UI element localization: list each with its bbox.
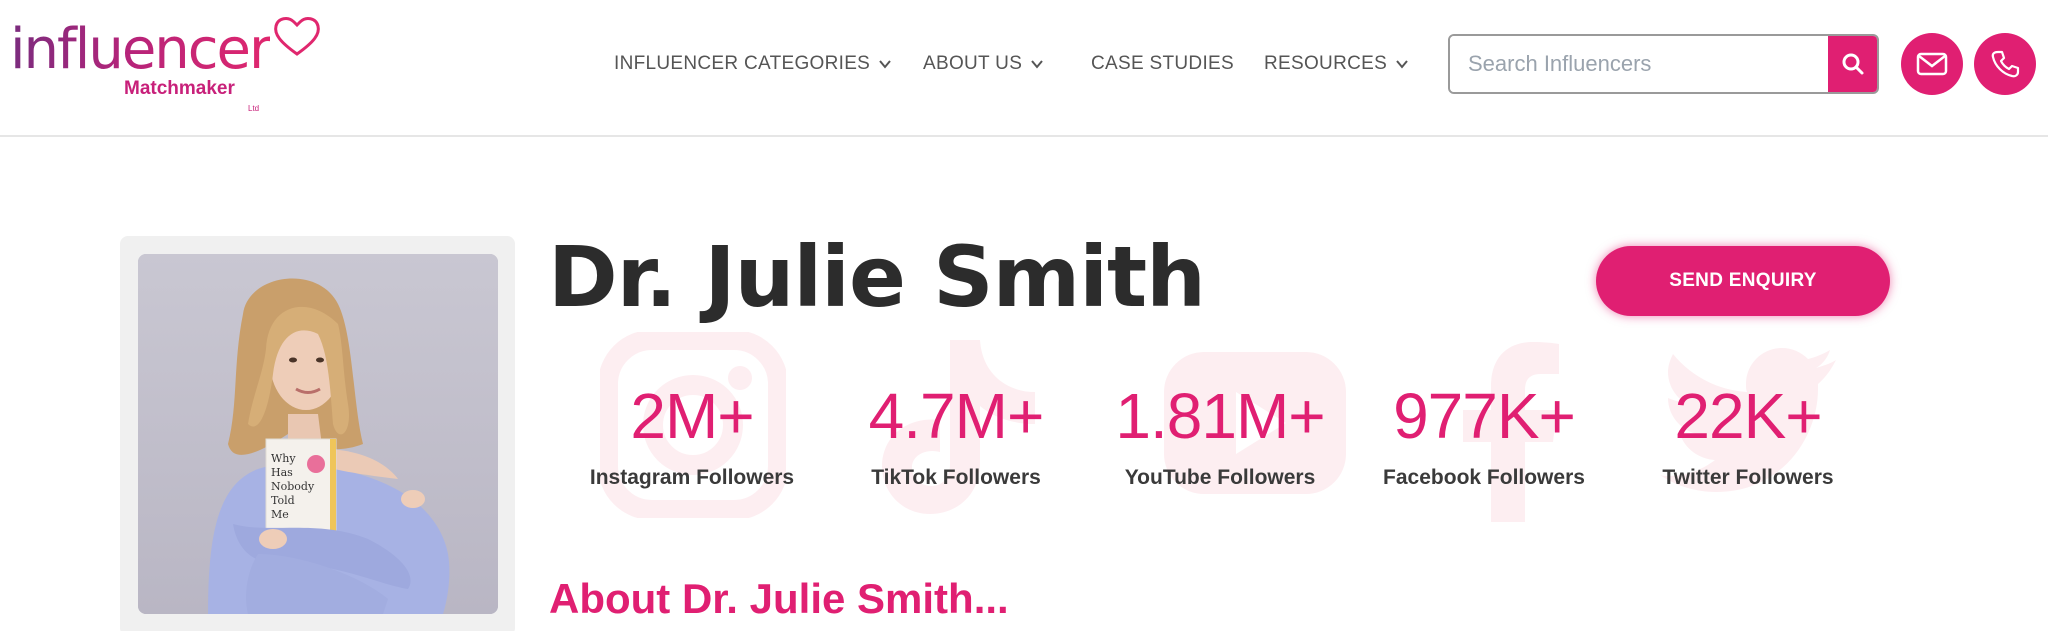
- nav-item-case-studies[interactable]: CASE STUDIES: [1091, 53, 1234, 75]
- stat-twitter: 22K+ Twitter Followers: [1623, 378, 1873, 490]
- stat-label: Facebook Followers: [1383, 466, 1585, 489]
- search-button[interactable]: [1828, 36, 1877, 92]
- stat-value: 1.81M+: [1115, 380, 1325, 452]
- nav-item-influencer-categories[interactable]: INFLUENCER CATEGORIES: [614, 53, 892, 75]
- phone-icon: [1991, 50, 2020, 78]
- chevron-down-icon: [1031, 60, 1043, 69]
- nav-item-label: RESOURCES: [1264, 53, 1388, 74]
- stat-label: Twitter Followers: [1662, 466, 1834, 489]
- logo-wordmark: influencer: [10, 17, 272, 82]
- stat-instagram: 2M+ Instagram Followers: [567, 378, 817, 490]
- search-icon: [1842, 53, 1863, 75]
- profile-photo: Why Has Nobody Told Me: [138, 254, 498, 614]
- chevron-down-icon: [1396, 60, 1408, 69]
- stat-label: YouTube Followers: [1124, 466, 1316, 489]
- about-heading: About Dr. Julie Smith...: [549, 575, 1009, 622]
- book-title-line: Told: [271, 494, 295, 507]
- book-title-line: Has: [271, 466, 293, 479]
- book-title-line: Nobody: [271, 480, 315, 493]
- nav-item-label: ABOUT US: [923, 53, 1023, 74]
- site-logo[interactable]: influencer Matchmaker Ltd: [10, 14, 320, 114]
- search-input[interactable]: [1450, 36, 1828, 92]
- email-button[interactable]: [1901, 33, 1963, 95]
- phone-button[interactable]: [1974, 33, 2036, 95]
- stat-value: 2M+: [630, 380, 754, 452]
- logo-ltd: Ltd: [248, 104, 260, 113]
- search-bar: [1448, 34, 1879, 94]
- nav-item-label: INFLUENCER CATEGORIES: [614, 53, 871, 74]
- stat-value: 977K+: [1393, 380, 1576, 452]
- stat-youtube: 1.81M+ YouTube Followers: [1095, 378, 1345, 490]
- stat-label: Instagram Followers: [589, 466, 795, 489]
- site-header: influencer Matchmaker Ltd INFLUENCER CAT…: [0, 0, 2048, 137]
- stat-label: TikTok Followers: [871, 466, 1041, 489]
- stat-value: 22K+: [1674, 380, 1822, 452]
- mail-icon: [1916, 52, 1948, 76]
- stat-tiktok: 4.7M+ TikTok Followers: [831, 378, 1081, 490]
- send-enquiry-button[interactable]: SEND ENQUIRY: [1596, 246, 1890, 316]
- profile-photo-card: Why Has Nobody Told Me: [120, 236, 515, 631]
- influencer-name: Dr. Julie Smith: [548, 228, 1206, 326]
- book-title-line: Why: [271, 452, 296, 465]
- stat-facebook: 977K+ Facebook Followers: [1359, 378, 1609, 490]
- logo-subtitle: Matchmaker: [124, 78, 235, 99]
- stat-value: 4.7M+: [868, 380, 1045, 452]
- heart-icon: [274, 17, 320, 56]
- nav-item-label: CASE STUDIES: [1091, 53, 1234, 74]
- nav-item-resources[interactable]: RESOURCES: [1264, 53, 1409, 75]
- nav-item-about-us[interactable]: ABOUT US: [923, 53, 1044, 75]
- book-title-line: Me: [271, 508, 289, 521]
- chevron-down-icon: [879, 60, 891, 69]
